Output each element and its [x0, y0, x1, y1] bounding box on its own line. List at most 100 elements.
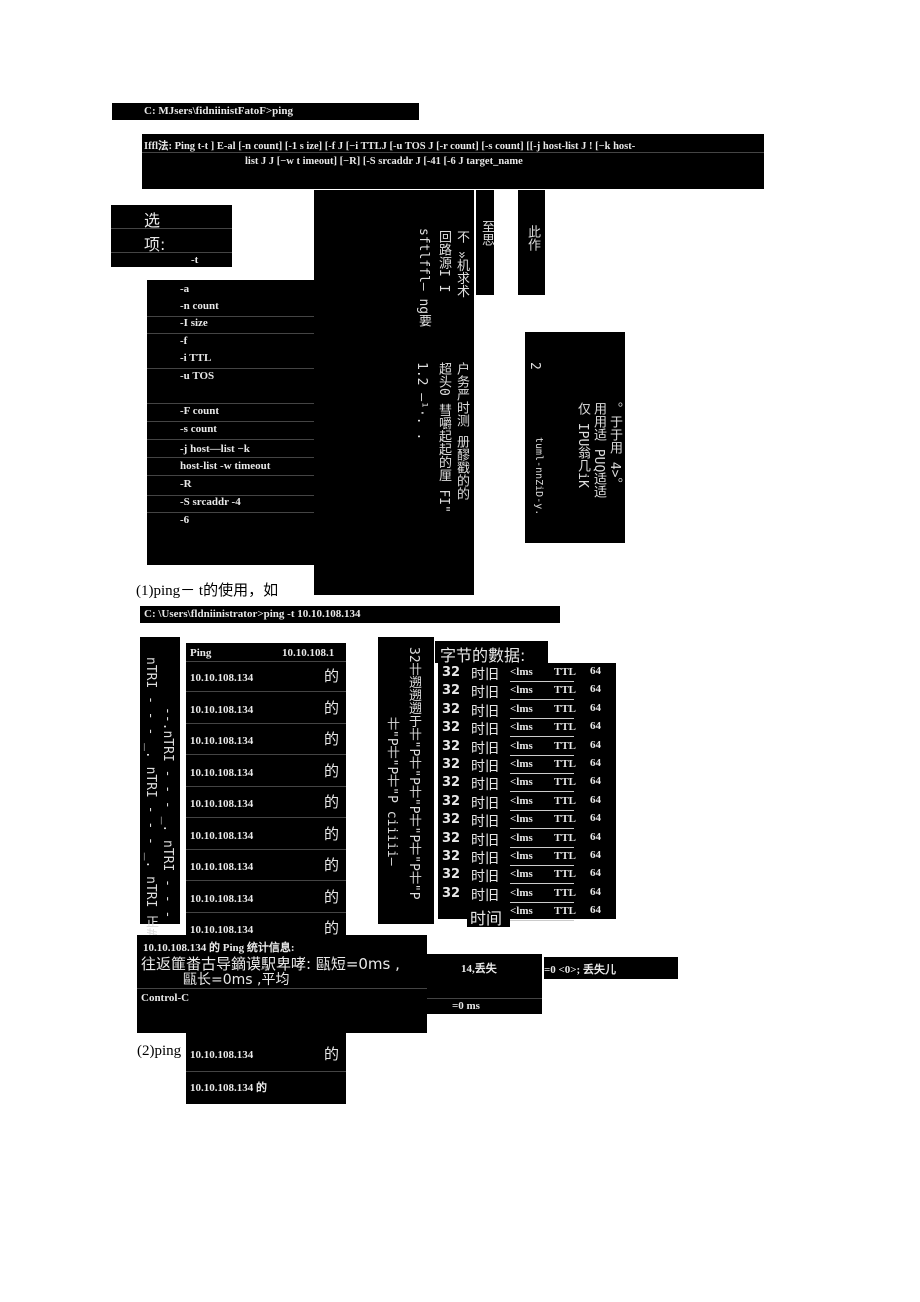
usage-box: Iffl法: Ping t-t ] E-al [-n count] [-1 s …	[142, 134, 764, 189]
ping-row-suffix: 的	[324, 698, 340, 717]
reply-ttl-label: TTL	[554, 666, 577, 678]
reply-ttl: 64	[590, 812, 601, 825]
reply-table: 32 时旧 <lms TTL 64 32 时旧 <lms TTL 64 32 时…	[438, 663, 616, 922]
reply-time-label: 时旧	[471, 777, 499, 794]
reply-ttl-label: TTL	[554, 850, 577, 862]
reply-time-label: 时旧	[471, 795, 499, 812]
usage-line-1: Iffl法: Ping t-t ] E-al [-n count] [-1 s …	[144, 141, 636, 152]
reply-ttl: 64	[590, 885, 601, 898]
ping-row-ip: 10.10.108.134	[190, 1049, 254, 1061]
reply-ttl: 64	[590, 720, 601, 733]
vertical-box-2: 此作	[518, 190, 545, 295]
ping-row-ip: 10.10.108.134	[190, 735, 254, 747]
reply-ttl-label: TTL	[554, 702, 577, 715]
options-list: -a -n count -I size -f -i TTL -u TOS -F …	[147, 280, 317, 565]
command-text: C: \Users\fldniinistrator>ping -t 10.10.…	[144, 608, 361, 620]
option-item: -s count	[180, 423, 217, 435]
reply-ttl-label: TTL	[554, 794, 577, 807]
vertical-text: nTRI - - - _. nTRI - - - _. nTRI 正#	[143, 657, 158, 937]
reply-ttl: 64	[590, 830, 601, 843]
ping-row-suffix: 的	[324, 856, 340, 874]
vertical-text: 32卄遡遡遡于卄"P卄"P卄"P卄"P卄"P卄"P	[406, 647, 421, 900]
option-item: -F count	[180, 405, 220, 417]
reply-time-label: 时旧	[471, 722, 499, 739]
reply-ttl-label: TTL	[554, 886, 577, 899]
document-page: C: MJsers\fidniinistFatoF>ping Iffl法: Pi…	[0, 0, 920, 1302]
reply-time-label: 时旧	[471, 887, 499, 904]
ping-label: Ping	[190, 647, 212, 659]
ping-row-ip: 10.10.108.134	[190, 892, 254, 905]
reply-ttl: 64	[590, 738, 601, 751]
vertical-text: 至思	[479, 220, 494, 246]
ping-ip: 10.10.108.1	[282, 647, 335, 659]
vertical-text: --.nTRI - - - _. nTRI - - -	[160, 707, 175, 919]
control-c-text: Control-C	[141, 992, 190, 1004]
option-item: -6	[180, 514, 190, 526]
reply-ttl: 64	[590, 793, 601, 806]
reply-bytes: 32	[442, 775, 461, 791]
option-item: -n count	[180, 300, 219, 312]
ping-row-ip: 10.10.108.134 的	[190, 1082, 267, 1094]
ping-row-suffix: 的	[324, 667, 340, 685]
command-line-ping: C: MJsers\fidniinistFatoF>ping	[112, 103, 419, 120]
ping-row-ip: 10.10.108.134	[190, 861, 254, 873]
reply-bytes: 32	[442, 683, 461, 699]
reply-bytes: 32	[442, 793, 461, 809]
ping-row-ip: 10.10.108.134	[190, 703, 254, 716]
time-label: 时间	[470, 909, 503, 928]
ping-row-suffix: 的	[324, 1045, 340, 1063]
vertical-text: 回路源I I	[436, 230, 451, 293]
reply-time: <lms	[510, 758, 533, 770]
stats-average: =0 ms	[452, 1000, 480, 1012]
usage-line-2: list J J [−w t imeout] [−R] [-S srcaddr …	[245, 156, 523, 167]
reply-time: <lms	[510, 739, 533, 752]
reply-ttl: 64	[590, 701, 601, 714]
vertical-text: sftlffl— ng要	[416, 228, 431, 328]
reply-bytes: 32	[442, 830, 461, 846]
ping-row-suffix: 的	[324, 793, 340, 811]
paragraph-ping-t: (1)ping－ t的使用，如	[136, 583, 279, 599]
reply-time: <lms	[510, 684, 533, 697]
option-item: -u TOS	[180, 370, 215, 382]
reply-bytes: 32	[442, 720, 461, 736]
reply-bytes: 32	[442, 849, 461, 864]
reply-bytes: 32	[442, 701, 461, 717]
vertical-text: 。于于用 4>。	[607, 402, 622, 491]
reply-ttl-label: TTL	[554, 739, 577, 752]
stats-lost-box-2: =0 <0>; 丢失儿	[544, 957, 678, 979]
reply-time: <lms	[510, 721, 533, 734]
vertical-text: 卄"P卄"P卄"P ciiiii—	[384, 717, 399, 866]
reply-ttl-label: TTL	[554, 721, 577, 734]
paragraph-ping-2: (2)ping	[137, 1043, 182, 1059]
reply-ttl-label: TTL	[554, 758, 577, 770]
vertical-description-block: sftlffl— ng要 回路源I I 不 »机求术 1.2 —¹·. . 超头…	[314, 190, 474, 595]
reply-time-label: 时旧	[471, 869, 499, 886]
ping-row-ip: 10.10.108.134	[190, 766, 254, 779]
vertical-text: 不 »机求术	[454, 230, 469, 298]
reply-ttl: 64	[590, 665, 601, 677]
option-item: -R	[180, 478, 192, 490]
option-item: host-list -w timeout	[180, 460, 271, 472]
command-line-ping-t: C: \Users\fldniinistrator>ping -t 10.10.…	[140, 606, 560, 623]
stats-line: 甌长=0ms ,平均	[183, 972, 290, 988]
ping-row-ip: 10.10.108.134	[190, 672, 254, 684]
reply-bytes: 32	[442, 665, 461, 680]
reply-ttl-label: TTL	[554, 905, 577, 918]
reply-bytes: 32	[442, 867, 461, 883]
reply-time: <lms	[510, 850, 533, 862]
option-item: -f	[180, 335, 188, 347]
reply-ttl: 64	[590, 904, 601, 917]
stats-lost-box: 14,丢失 =0 ms	[427, 954, 542, 1014]
vertical-text: 2	[527, 362, 542, 370]
reply-time: <lms	[510, 831, 533, 844]
reply-ttl: 64	[590, 867, 601, 880]
ping-reply-list-2: 10.10.108.134 的 10.10.108.134 的	[186, 1033, 346, 1104]
reply-time: <lms	[510, 868, 533, 881]
option-item: -j host—list −k	[180, 443, 250, 455]
reply-time-label: 时旧	[471, 814, 499, 831]
vertical-box-1: 至思	[476, 190, 494, 295]
left-vertical-block: nTRI - - - _. nTRI - - - _. nTRI 正# --.n…	[140, 637, 180, 936]
option-item: -i TTL	[180, 352, 212, 364]
ping-row-ip: 10.10.108.134	[190, 829, 254, 842]
command-text: C: MJsers\fidniinistFatoF>ping	[144, 105, 293, 117]
